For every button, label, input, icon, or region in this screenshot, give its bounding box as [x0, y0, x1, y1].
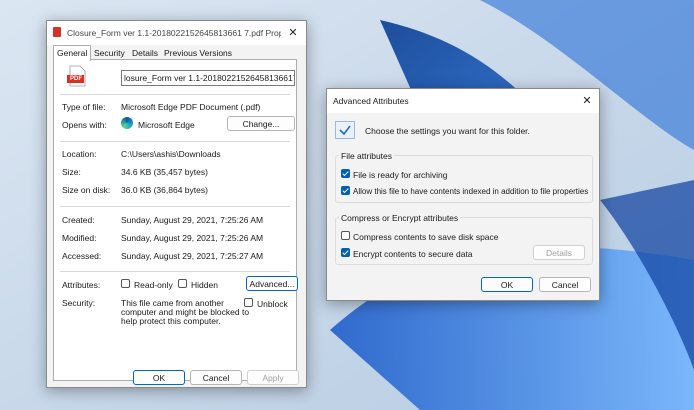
- close-icon[interactable]: ✕: [283, 24, 303, 42]
- properties-title: Closure_Form ver 1.1-2018022152645813661…: [67, 28, 281, 38]
- advanced-cancel-button[interactable]: Cancel: [539, 277, 591, 292]
- advanced-titlebar[interactable]: Advanced Attributes ✕: [327, 89, 599, 113]
- accessed-value: Sunday, August 29, 2021, 7:25:27 AM: [121, 251, 264, 261]
- accessed-label: Accessed:: [62, 251, 102, 261]
- index-label: Allow this file to have contents indexed…: [353, 187, 589, 196]
- opens-with-label: Opens with:: [62, 120, 107, 130]
- encrypt-label: Encrypt contents to secure data: [353, 249, 473, 259]
- size-on-disk-label: Size on disk:: [62, 185, 111, 195]
- readonly-checkbox[interactable]: [121, 279, 130, 288]
- archive-label: File is ready for archiving: [353, 170, 448, 180]
- folder-check-icon: [335, 121, 355, 139]
- security-text-line3: help protect this computer.: [121, 316, 221, 326]
- properties-dialog: Closure_Form ver 1.1-2018022152645813661…: [46, 20, 307, 388]
- unblock-checkbox[interactable]: [244, 298, 253, 307]
- file-name-input[interactable]: losure_Form ver 1.1-20180221526458136617…: [121, 70, 295, 86]
- separator: [60, 206, 290, 207]
- size-label: Size:: [62, 167, 81, 177]
- file-attributes-title: File attributes: [339, 151, 395, 161]
- modified-value: Sunday, August 29, 2021, 7:25:26 AM: [121, 233, 264, 243]
- security-label: Security:: [62, 298, 96, 308]
- size-value: 34.6 KB (35,457 bytes): [121, 167, 208, 177]
- hidden-checkbox[interactable]: [178, 279, 187, 288]
- separator: [60, 94, 290, 95]
- cancel-button[interactable]: Cancel: [190, 370, 242, 385]
- ok-button[interactable]: OK: [133, 370, 185, 385]
- compress-checkbox[interactable]: [341, 231, 350, 240]
- unblock-label: Unblock: [257, 299, 288, 309]
- advanced-title: Advanced Attributes: [333, 96, 409, 106]
- modified-label: Modified:: [62, 233, 97, 243]
- advanced-attributes-dialog: Advanced Attributes ✕ Choose the setting…: [326, 88, 600, 301]
- size-on-disk-value: 36.0 KB (36,864 bytes): [121, 185, 208, 195]
- index-checkbox[interactable]: [341, 186, 350, 195]
- pdf-file-icon: PDF: [66, 65, 88, 87]
- apply-button[interactable]: Apply: [247, 370, 299, 385]
- readonly-label: Read-only: [134, 280, 173, 290]
- advanced-instruction: Choose the settings you want for this fo…: [365, 126, 530, 136]
- type-of-file-label: Type of file:: [62, 102, 106, 112]
- compress-encrypt-title: Compress or Encrypt attributes: [339, 213, 461, 223]
- separator: [60, 271, 290, 272]
- advanced-ok-button[interactable]: OK: [481, 277, 533, 292]
- attributes-label: Attributes:: [62, 280, 101, 290]
- archive-checkbox[interactable]: [341, 169, 350, 178]
- change-button[interactable]: Change...: [227, 116, 295, 131]
- hidden-label: Hidden: [191, 280, 218, 290]
- encrypt-checkbox[interactable]: [341, 248, 350, 257]
- compress-label: Compress contents to save disk space: [353, 232, 499, 242]
- pdf-icon-text: PDF: [70, 76, 82, 82]
- properties-titlebar[interactable]: Closure_Form ver 1.1-2018022152645813661…: [47, 21, 306, 45]
- close-icon[interactable]: ✕: [577, 92, 597, 110]
- pdf-title-icon: [53, 27, 61, 37]
- general-tab-panel: PDF losure_Form ver 1.1-2018022152645813…: [53, 59, 298, 381]
- location-value: C:\Users\ashis\Downloads: [121, 149, 221, 159]
- location-label: Location:: [62, 149, 97, 159]
- created-value: Sunday, August 29, 2021, 7:25:26 AM: [121, 215, 264, 225]
- advanced-button[interactable]: Advanced...: [246, 276, 298, 291]
- separator: [60, 141, 290, 142]
- edge-icon: [121, 117, 133, 129]
- opens-with-value: Microsoft Edge: [138, 120, 195, 130]
- details-button[interactable]: Details: [533, 245, 585, 260]
- created-label: Created:: [62, 215, 95, 225]
- tab-general[interactable]: General: [53, 45, 92, 61]
- type-of-file-value: Microsoft Edge PDF Document (.pdf): [121, 102, 261, 112]
